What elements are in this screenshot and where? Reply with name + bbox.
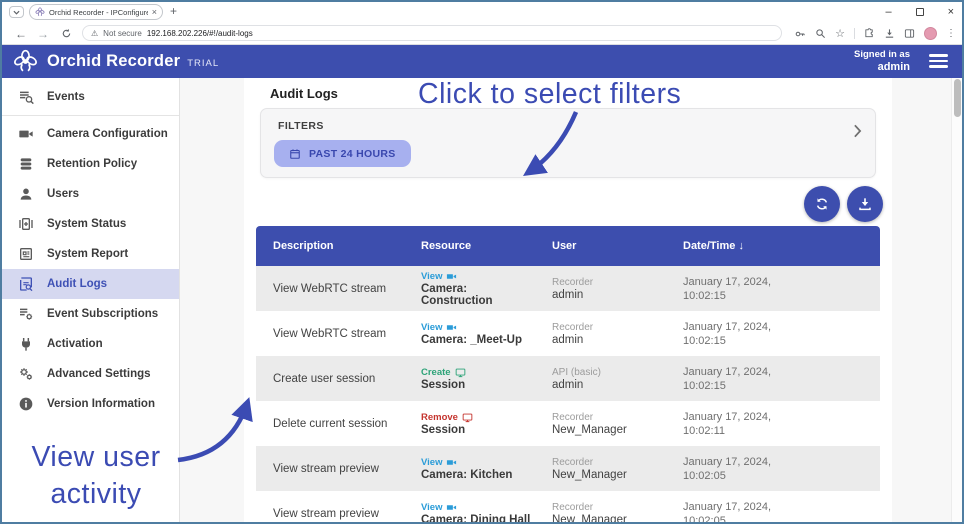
chevron-down-icon (13, 10, 20, 15)
zoom-icon[interactable] (815, 28, 826, 39)
audit-logs-icon (17, 276, 34, 293)
sidebar-item-events[interactable]: Events (2, 82, 179, 112)
app-header: Orchid Recorder TRIAL Signed in as admin (2, 45, 962, 78)
reload-icon[interactable] (57, 22, 75, 45)
forward-icon[interactable]: → (34, 22, 52, 45)
table-row[interactable]: View stream preview View Camera: Kitchen… (256, 446, 880, 491)
refresh-button[interactable] (804, 186, 840, 222)
trial-badge: TRIAL (187, 58, 220, 69)
sidebar-item-users[interactable]: Users (2, 179, 179, 209)
sidebar-item-retention-policy[interactable]: Retention Policy (2, 149, 179, 179)
divider (854, 28, 855, 39)
sidebar-item-system-report[interactable]: System Report (2, 239, 179, 269)
signed-in-username: admin (877, 60, 910, 73)
scrollbar-thumb[interactable] (954, 79, 961, 117)
favicon-orchid-icon (35, 7, 45, 17)
column-description[interactable]: Description (256, 240, 404, 252)
tab-search-button[interactable] (9, 6, 24, 18)
sidebar-item-event-subscriptions[interactable]: Event Subscriptions (2, 299, 179, 329)
person-icon (17, 186, 34, 203)
sidebar-item-camera-configuration[interactable]: Camera Configuration (2, 119, 179, 149)
download-tray-icon (859, 198, 871, 211)
info-icon (17, 396, 34, 413)
gears-icon (17, 366, 34, 383)
sort-desc-icon[interactable]: ↓ (738, 240, 744, 252)
export-button[interactable] (847, 186, 883, 222)
system-status-icon (17, 216, 34, 233)
time-filter-chip[interactable]: PAST 24 HOURS (274, 140, 411, 167)
videocam-icon (447, 324, 457, 330)
security-label[interactable]: Not secure (103, 29, 142, 38)
maximize-icon[interactable] (915, 8, 924, 16)
side-panel-icon[interactable] (904, 28, 915, 39)
report-icon (17, 246, 34, 263)
divider (2, 115, 179, 116)
tab-close-icon[interactable]: × (152, 7, 157, 17)
browser-menu-icon[interactable]: ⋮ (946, 28, 956, 39)
minimize-icon[interactable]: – (885, 6, 891, 18)
videocam-icon (447, 459, 457, 465)
time-filter-label: PAST 24 HOURS (309, 147, 396, 160)
extensions-icon[interactable] (864, 28, 875, 39)
sidebar-item-audit-logs[interactable]: Audit Logs (2, 269, 179, 299)
main-content: Audit Logs FILTERS PAST 24 HOURS Descrip… (180, 78, 962, 522)
column-user[interactable]: User (535, 240, 666, 252)
chevron-right-icon[interactable] (853, 124, 862, 138)
table-header: Description Resource User Date/Time ↓ (256, 226, 880, 266)
session-icon (462, 413, 473, 422)
videocam-icon (447, 504, 457, 510)
tab-title: Orchid Recorder - IPConfigure (49, 7, 148, 17)
session-icon (455, 368, 465, 377)
table-row[interactable]: Delete current session Remove Session Re… (256, 401, 880, 446)
column-datetime[interactable]: Date/Time ↓ (666, 240, 880, 252)
table-row[interactable]: View stream preview View Camera: Dining … (256, 491, 880, 522)
page-scrollbar[interactable] (951, 78, 962, 522)
sidebar-item-activation[interactable]: Activation (2, 329, 179, 359)
signed-in-label: Signed in as (854, 49, 910, 60)
videocam-icon (447, 273, 457, 279)
filters-panel[interactable]: FILTERS PAST 24 HOURS (260, 108, 876, 178)
calendar-icon (290, 148, 300, 159)
sidebar-item-advanced-settings[interactable]: Advanced Settings (2, 359, 179, 389)
page-title: Audit Logs (270, 86, 338, 101)
window-close-icon[interactable]: × (948, 6, 954, 18)
events-icon (17, 89, 34, 106)
table-row[interactable]: View WebRTC stream View Camera: _Meet-Up… (256, 311, 880, 356)
content-gutter (892, 78, 951, 522)
browser-navbar: ← → ⚠ Not secure 192.168.202.226/#!/audi… (2, 22, 962, 45)
table-row[interactable]: Create user session Create Session API (… (256, 356, 880, 401)
database-icon (17, 156, 34, 173)
subscriptions-icon (17, 306, 34, 323)
table-row[interactable]: View WebRTC stream View Camera: Construc… (256, 266, 880, 311)
browser-titlebar: Orchid Recorder - IPConfigure × + – × (2, 2, 962, 22)
bookmark-star-icon[interactable]: ☆ (835, 27, 845, 40)
profile-avatar[interactable] (924, 27, 937, 40)
warning-icon: ⚠ (91, 28, 99, 38)
audit-logs-table: Description Resource User Date/Time ↓ Vi… (256, 226, 880, 522)
refresh-icon (816, 198, 828, 210)
download-icon[interactable] (884, 28, 895, 39)
password-key-icon[interactable] (794, 28, 806, 40)
sidebar-item-version-information[interactable]: Version Information (2, 389, 179, 419)
signed-in-block: Signed in as admin (854, 49, 910, 75)
new-tab-button[interactable]: + (170, 4, 177, 18)
column-resource[interactable]: Resource (404, 240, 535, 252)
audit-logs-panel: Audit Logs FILTERS PAST 24 HOURS Descrip… (244, 78, 892, 522)
hamburger-menu-icon[interactable] (929, 54, 948, 68)
plug-icon (17, 336, 34, 353)
sidebar: Events Camera Configuration Retention Po… (2, 78, 180, 522)
sidebar-item-system-status[interactable]: System Status (2, 209, 179, 239)
app-title: Orchid Recorder (47, 52, 181, 70)
camera-icon (17, 126, 34, 143)
browser-tab[interactable]: Orchid Recorder - IPConfigure × (29, 4, 163, 20)
filters-label: FILTERS (278, 120, 324, 132)
address-bar[interactable]: ⚠ Not secure 192.168.202.226/#!/audit-lo… (82, 25, 782, 41)
orchid-logo-icon (14, 49, 37, 72)
browser-window: Orchid Recorder - IPConfigure × + – × ← … (0, 0, 964, 524)
url-text[interactable]: 192.168.202.226/#!/audit-logs (147, 29, 253, 38)
back-icon[interactable]: ← (12, 22, 30, 45)
